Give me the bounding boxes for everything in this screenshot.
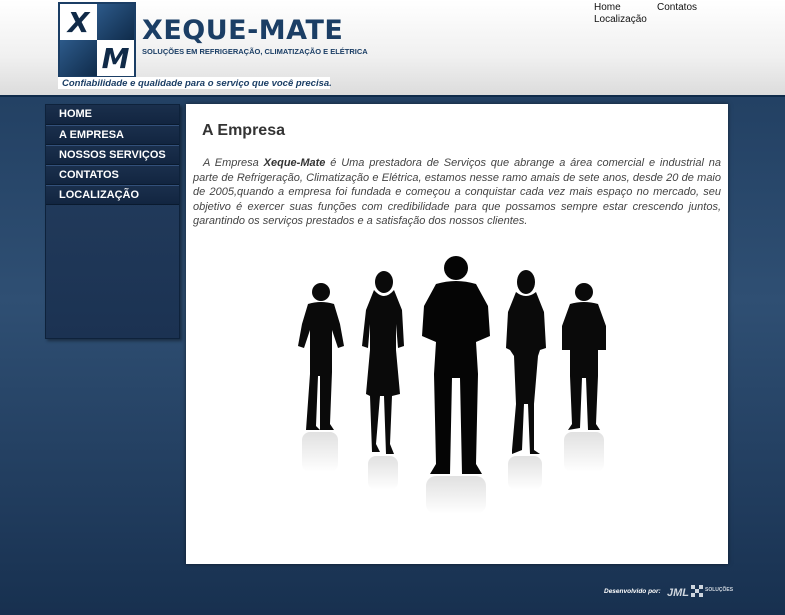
- sidebar-item-nossos-servicos[interactable]: NOSSOS SERVIÇOS: [46, 145, 179, 165]
- credit-logo-text: JML: [667, 587, 689, 599]
- company-name: Xeque-Mate: [263, 157, 326, 169]
- developer-credit[interactable]: Desenvolvido por: JML SOLUÇÕES: [604, 582, 735, 600]
- sidebar-item-contatos[interactable]: CONTATOS: [46, 165, 179, 185]
- sidebar-menu: HOME A EMPRESA NOSSOS SERVIÇOS CONTATOS …: [45, 104, 180, 339]
- top-nav-localizacao-link[interactable]: Localização: [594, 14, 647, 25]
- silhouette-man-left: [298, 283, 344, 430]
- page-title: A Empresa: [202, 122, 285, 139]
- silhouette-man-center: [422, 256, 490, 474]
- brand-name: XEQUE-MATE: [142, 15, 344, 46]
- tagline: Confiabilidade e qualidade para o serviç…: [62, 78, 332, 89]
- logo-cell-dark-bottom: [60, 40, 97, 76]
- site-header: X M XEQUE-MATE SOLUÇÕES EM REFRIGERAÇÃO,…: [0, 0, 785, 97]
- silhouette-man-right: [562, 283, 606, 430]
- content-panel: A Empresa A Empresa Xeque-Mate é Uma pre…: [186, 104, 728, 564]
- silhouette-reflections: [302, 432, 604, 514]
- credit-label: Desenvolvido por:: [604, 587, 661, 595]
- top-nav-contatos-link[interactable]: Contatos: [657, 2, 697, 13]
- sidebar-item-a-empresa[interactable]: A EMPRESA: [46, 125, 179, 145]
- top-nav-home-link[interactable]: Home: [594, 2, 621, 13]
- logo-cell-dark-top: [97, 4, 134, 40]
- business-people-silhouettes-image: [298, 256, 606, 514]
- logo-cell-m: M: [97, 40, 134, 76]
- logo-cell-x: X: [60, 4, 97, 40]
- silhouette-woman-left: [362, 271, 404, 454]
- brand-subtitle: SOLUÇÕES EM REFRIGERAÇÃO, CLIMATIZAÇÃO E…: [142, 47, 368, 56]
- silhouette-woman-right: [506, 270, 546, 454]
- sidebar-item-localizacao[interactable]: LOCALIZAÇÃO: [46, 185, 179, 205]
- description-intro: A Empresa: [203, 157, 264, 169]
- company-description: A Empresa Xeque-Mate é Uma prestadora de…: [193, 156, 721, 229]
- jml-solucoes-logo: JML SOLUÇÕES: [667, 585, 734, 599]
- checkered-icon: [690, 585, 703, 597]
- sidebar-item-home[interactable]: HOME: [46, 105, 179, 125]
- credit-logo-sub: SOLUÇÕES: [705, 586, 734, 593]
- logo-mark[interactable]: X M: [58, 2, 136, 78]
